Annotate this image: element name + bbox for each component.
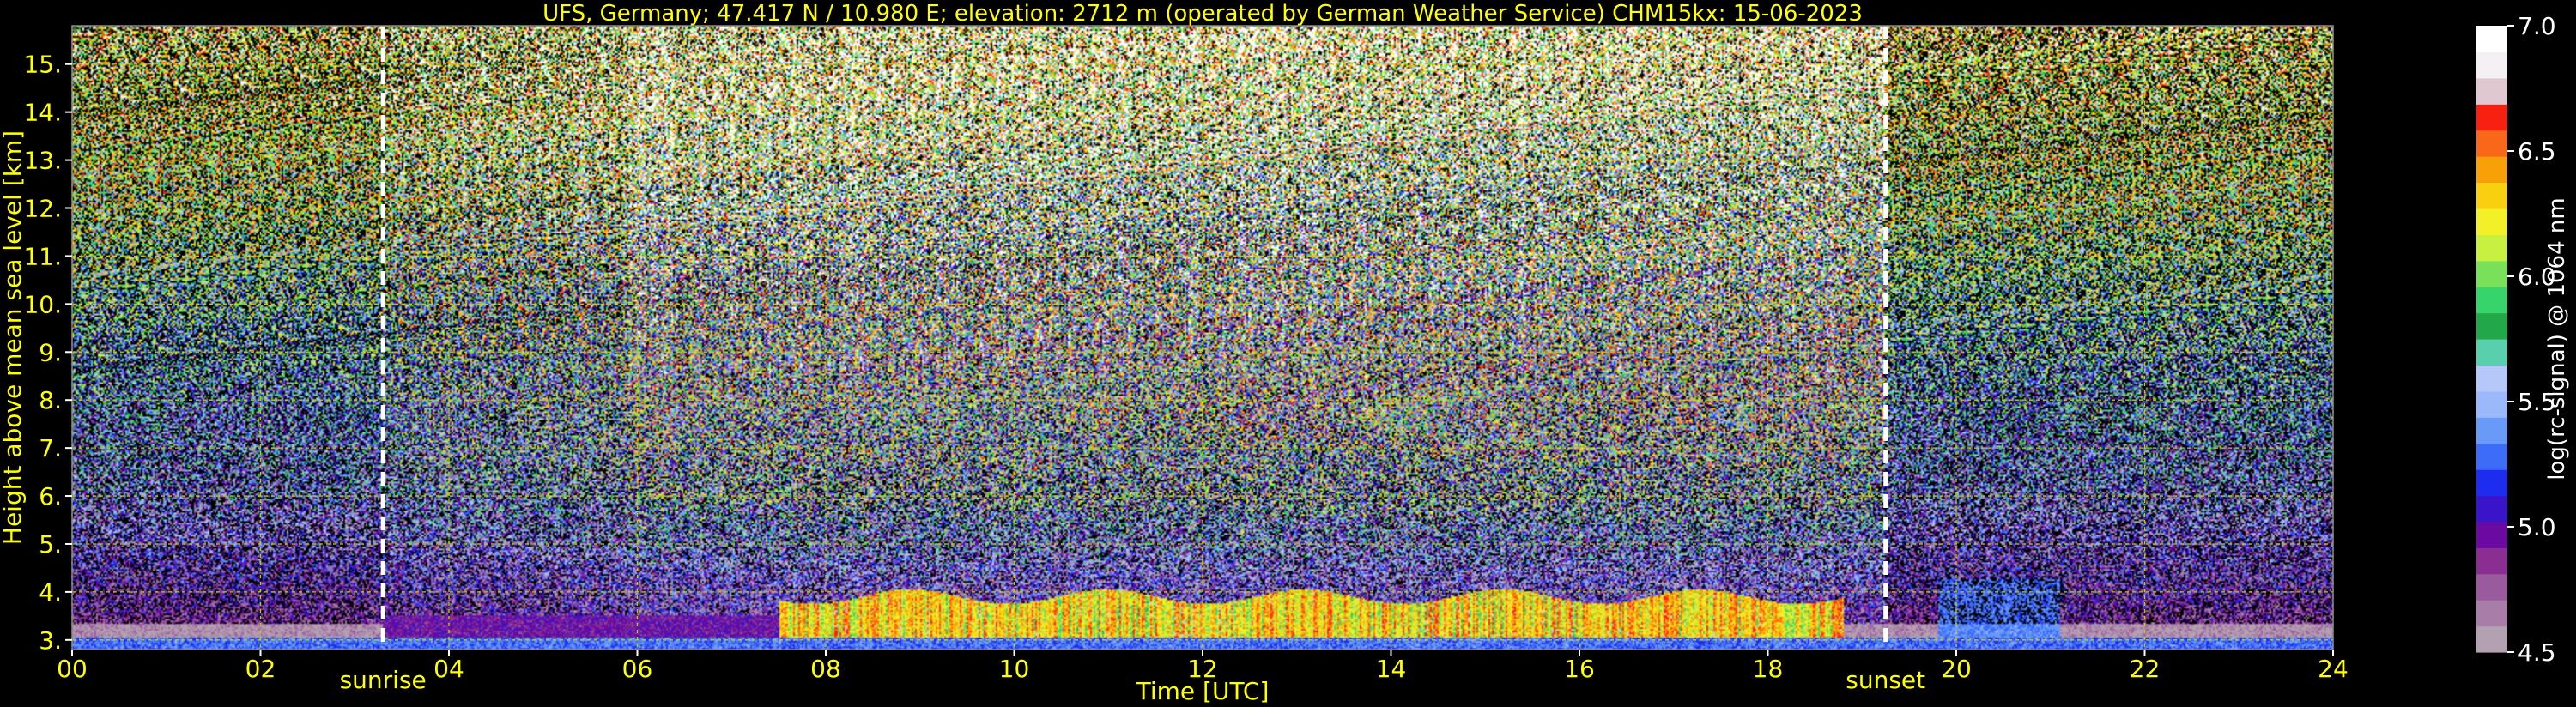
y-tick-label: 9. bbox=[39, 338, 62, 366]
x-tick-label: 10 bbox=[999, 655, 1030, 683]
x-tick-label: 20 bbox=[1941, 655, 1972, 683]
x-tick-label: 08 bbox=[810, 655, 841, 683]
colorbar-segment bbox=[2476, 287, 2507, 314]
y-tick-label: 14. bbox=[23, 99, 62, 127]
x-tick-label: 00 bbox=[57, 655, 88, 683]
colorbar-label: log(rc-signal) @ 1064 nm bbox=[2544, 197, 2570, 480]
y-tick-labels: 3. 4. 5. 6. 7. 8. 9. 10. 11. 12. 13. 14. 15. bbox=[23, 51, 72, 655]
colorbar-segment bbox=[2476, 234, 2507, 262]
x-tick-label: 24 bbox=[2318, 655, 2349, 683]
y-tick-label: 12. bbox=[23, 195, 62, 223]
x-tick-label: 06 bbox=[622, 655, 653, 683]
y-tick-label: 13. bbox=[23, 147, 62, 175]
colorbar-tick-label: 6.5 bbox=[2518, 137, 2556, 166]
colorbar-segment bbox=[2476, 339, 2507, 366]
y-tick-label: 15. bbox=[23, 51, 62, 79]
ceilometer-chart: sunrise sunset 3. 4. 5. 6. 7. 8. 9. 10. 11. 12. 13.… bbox=[0, 1, 2570, 705]
x-tick-label: 18 bbox=[1753, 655, 1784, 683]
colorbar-segment bbox=[2476, 443, 2507, 470]
colorbar-segment bbox=[2476, 365, 2507, 392]
colorbar-tick-label: 4.5 bbox=[2518, 638, 2556, 667]
y-tick-label: 3. bbox=[39, 626, 62, 655]
y-tick-label: 8. bbox=[39, 386, 62, 414]
colorbar-segment bbox=[2476, 573, 2507, 601]
colorbar-segment bbox=[2476, 208, 2507, 235]
y-tick-label: 5. bbox=[39, 530, 62, 559]
x-axis-label: Time [UTC] bbox=[1136, 677, 1270, 705]
colorbar-segment bbox=[2476, 130, 2507, 157]
colorbar-segment bbox=[2476, 469, 2507, 497]
x-tick-label: 16 bbox=[1564, 655, 1595, 683]
colorbar-segment bbox=[2476, 156, 2507, 184]
colorbar-segment bbox=[2476, 51, 2507, 79]
y-tick-label: 6. bbox=[39, 482, 62, 511]
x-tick-label: 22 bbox=[2130, 655, 2161, 683]
y-tick-label: 4. bbox=[39, 578, 62, 607]
colorbar-segment bbox=[2476, 600, 2507, 627]
colorbar-segment bbox=[2476, 625, 2507, 653]
colorbar-segment bbox=[2476, 521, 2507, 548]
colorbar-segment bbox=[2476, 417, 2507, 444]
sunset-label: sunset bbox=[1846, 666, 1925, 694]
colorbar-segment bbox=[2476, 312, 2507, 340]
colorbar-segment bbox=[2476, 495, 2507, 523]
colorbar-segment bbox=[2476, 390, 2507, 418]
colorbar-segment bbox=[2476, 260, 2507, 287]
colorbar-tick-label: 7.0 bbox=[2518, 12, 2556, 40]
x-tick-label: 04 bbox=[433, 655, 464, 683]
y-tick-label: 11. bbox=[23, 242, 62, 270]
colorbar-segment bbox=[2476, 104, 2507, 131]
y-tick-label: 10. bbox=[23, 290, 62, 318]
colorbar-tick-label: 5.0 bbox=[2518, 513, 2556, 541]
colorbar-segment bbox=[2476, 26, 2507, 53]
y-axis-label: Height above mean sea level [km] bbox=[0, 130, 27, 545]
chart-title: UFS, Germany; 47.417 N / 10.980 E; eleva… bbox=[542, 1, 1863, 27]
colorbar-segment bbox=[2476, 182, 2507, 209]
colorbar-segment bbox=[2476, 77, 2507, 105]
x-tick-label: 02 bbox=[245, 655, 276, 683]
colorbar-segment bbox=[2476, 547, 2507, 575]
y-tick-label: 7. bbox=[39, 434, 62, 462]
sunrise-label: sunrise bbox=[340, 666, 427, 694]
x-tick-label: 14 bbox=[1376, 655, 1407, 683]
